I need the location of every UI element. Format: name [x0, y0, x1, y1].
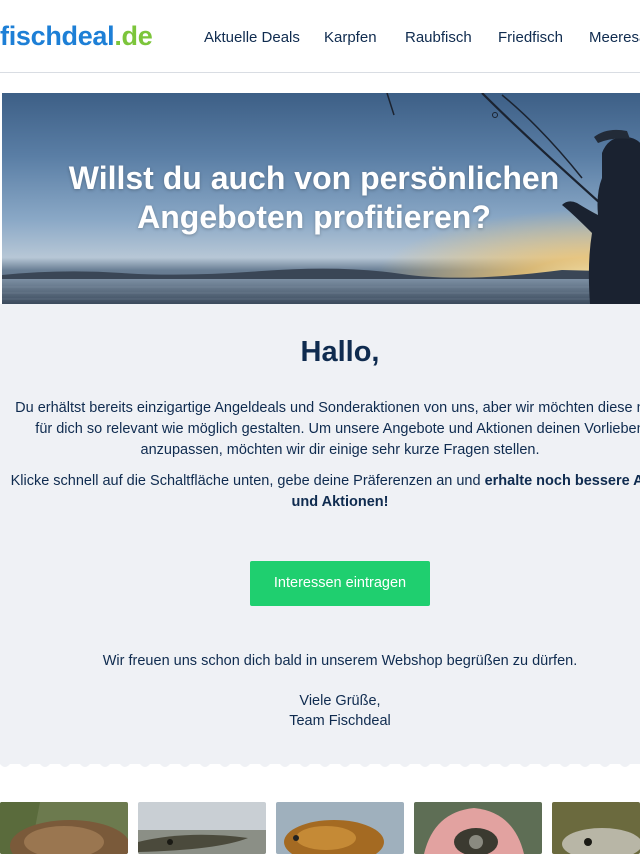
- pike-photo-icon: [138, 802, 266, 854]
- product-thumbnail[interactable]: [0, 802, 128, 854]
- wavy-divider: [0, 756, 640, 767]
- product-thumbnail[interactable]: [138, 802, 266, 854]
- nav-karpfen[interactable]: Karpfen: [324, 29, 377, 47]
- signoff: Viele Grüße, Team Fischdeal: [0, 691, 640, 731]
- logo-text-tld: .de: [114, 21, 153, 51]
- intro-line: für dich so relevant wie möglich gestalt…: [35, 421, 640, 437]
- cta-paragraph-highlight-end: und Aktionen!: [291, 494, 389, 510]
- nav-raubfisch[interactable]: Raubfisch: [405, 29, 472, 47]
- nav-aktuelle-deals[interactable]: Aktuelle Deals: [204, 29, 300, 47]
- hero-banner[interactable]: Willst du auch von persönlichen Angebote…: [2, 93, 640, 304]
- fish-photo-icon: [552, 802, 640, 854]
- nav-friedfisch[interactable]: Friedfisch: [498, 29, 563, 47]
- product-thumbnail[interactable]: [552, 802, 640, 854]
- interessen-eintragen-button[interactable]: Interessen eintragen: [250, 561, 430, 606]
- cta-paragraph: Klicke schnell auf die Schaltfläche unte…: [0, 471, 640, 513]
- logo-text-main: fischdeal: [0, 21, 115, 51]
- carp-photo-icon: [0, 802, 128, 854]
- hero-title: Willst du auch von persönlichen Angebote…: [2, 159, 626, 237]
- greeting-heading: Hallo,: [300, 336, 380, 368]
- nav-meeresangeln[interactable]: Meeresa: [589, 29, 640, 47]
- intro-line: anzupassen, möchten wir dir einige sehr …: [140, 442, 540, 458]
- hero-title-line1: Willst du auch von persönlichen: [68, 160, 560, 196]
- intro-paragraph: Du erhältst bereits einzigartige Angelde…: [0, 398, 640, 461]
- product-thumbnail[interactable]: [414, 802, 542, 854]
- signoff-greeting: Viele Grüße,: [299, 693, 381, 709]
- intro-line: Du erhältst bereits einzigartige Angelde…: [15, 400, 640, 416]
- cta-paragraph-text: Klicke schnell auf die Schaltfläche unte…: [10, 473, 485, 489]
- hand-fish-photo-icon: [414, 802, 542, 854]
- signoff-team: Team Fischdeal: [289, 713, 391, 729]
- closing-text: Wir freuen uns schon dich bald in unsere…: [102, 653, 578, 669]
- hero-title-line2: Angeboten profitieren?: [137, 199, 491, 235]
- tench-photo-icon: [276, 802, 404, 854]
- product-thumbnail[interactable]: [276, 802, 404, 854]
- site-header: fischdeal.de Aktuelle Deals Karpfen Raub…: [0, 0, 640, 73]
- fischdeal-logo[interactable]: fischdeal.de: [0, 20, 153, 52]
- cta-paragraph-highlight: erhalte noch bessere Ange: [484, 473, 640, 489]
